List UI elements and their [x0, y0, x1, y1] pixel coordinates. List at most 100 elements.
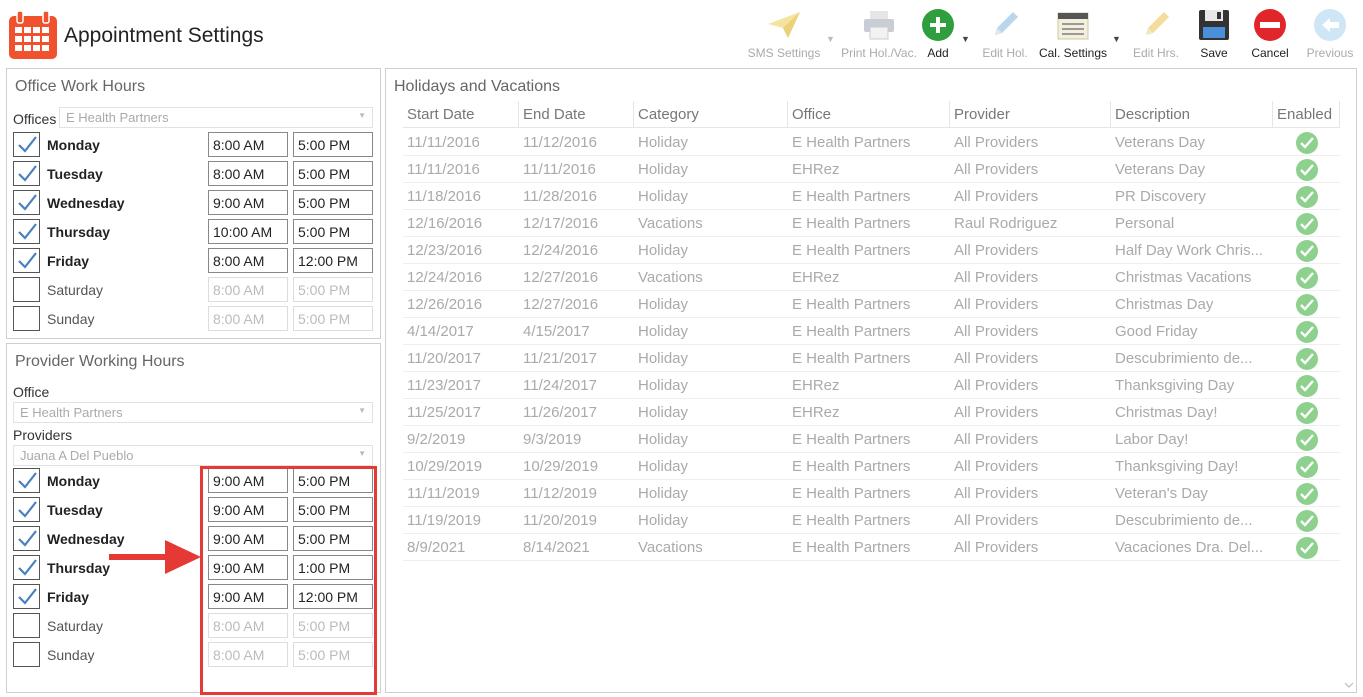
chevron-down-icon[interactable]: ▼ [358, 406, 366, 415]
chevron-down-icon[interactable]: ▼ [358, 449, 366, 458]
enabled-check-icon[interactable] [1273, 129, 1340, 156]
table-cell: Holiday [638, 404, 689, 421]
chevron-down-icon[interactable]: ▼ [358, 111, 366, 120]
table-row[interactable]: 11/18/2016 11/28/2016 Holiday E Health Part… [403, 183, 1340, 210]
add-dropdown-icon[interactable]: ▼ [961, 34, 970, 44]
enabled-check-icon[interactable] [1273, 480, 1340, 507]
table-cell: EHRez [792, 404, 840, 421]
enabled-check-icon[interactable] [1273, 453, 1340, 480]
sms-settings-dropdown-icon[interactable]: ▼ [826, 34, 835, 44]
table-cell: 11/20/2019 [523, 512, 597, 529]
wednesday-checkbox[interactable] [13, 190, 40, 215]
previous-button[interactable]: Previous [1304, 6, 1356, 64]
wednesday-checkbox[interactable] [13, 526, 40, 551]
start-time-input[interactable]: 8:00 AM [208, 132, 288, 157]
table-cell: Christmas Day! [1115, 404, 1218, 421]
table-row[interactable]: 11/11/2016 11/11/2016 Holiday EHRez All Prov… [403, 156, 1340, 183]
thursday-checkbox[interactable] [13, 219, 40, 244]
providers-select[interactable]: Juana A Del Pueblo ▼ [13, 445, 373, 466]
sunday-checkbox[interactable] [13, 306, 40, 331]
table-row[interactable]: 12/24/2016 12/27/2016 Vacations EHRez All Pr… [403, 264, 1340, 291]
saturday-checkbox[interactable] [13, 613, 40, 638]
enabled-check-icon[interactable] [1273, 264, 1340, 291]
column-header[interactable]: Provider [950, 101, 1111, 128]
table-cell: All Providers [954, 404, 1039, 421]
end-time-input[interactable]: 5:00 PM [293, 132, 373, 157]
providers-label: Providers [13, 427, 73, 443]
enabled-check-icon[interactable] [1273, 345, 1340, 372]
column-header[interactable]: Start Date [403, 101, 519, 128]
grid-scrollbar[interactable] [1341, 101, 1357, 691]
monday-checkbox[interactable] [13, 132, 40, 157]
column-header[interactable]: Description [1111, 101, 1273, 128]
enabled-check-icon[interactable] [1273, 318, 1340, 345]
column-header[interactable]: End Date [519, 101, 634, 128]
sms-settings-button[interactable]: SMS Settings [748, 6, 820, 64]
day-label: Thursday [47, 224, 111, 240]
enabled-check-icon[interactable] [1273, 372, 1340, 399]
table-cell: All Providers [954, 458, 1039, 475]
end-time-input[interactable]: 12:00 PM [293, 248, 373, 273]
enabled-check-icon[interactable] [1273, 507, 1340, 534]
cancel-button[interactable]: Cancel [1248, 6, 1292, 64]
end-time-input[interactable]: 5:00 PM [293, 161, 373, 186]
table-row[interactable]: 10/29/2019 10/29/2019 Holiday E Health Part… [403, 453, 1340, 480]
column-header[interactable]: Office [788, 101, 950, 128]
edit-holiday-button[interactable]: Edit Hol. [980, 6, 1030, 64]
calendar-settings-dropdown-icon[interactable]: ▼ [1112, 34, 1121, 44]
table-row[interactable]: 11/19/2019 11/20/2019 Holiday E Health Part… [403, 507, 1340, 534]
start-time-input[interactable]: 8:00 AM [208, 248, 288, 273]
table-row[interactable]: 11/11/2019 11/12/2019 Holiday E Health Part… [403, 480, 1340, 507]
table-row[interactable]: 12/26/2016 12/27/2016 Holiday E Health Part… [403, 291, 1340, 318]
enabled-check-icon[interactable] [1273, 183, 1340, 210]
table-cell: Labor Day! [1115, 431, 1189, 448]
enabled-check-icon[interactable] [1273, 534, 1340, 561]
table-row[interactable]: 12/16/2016 12/17/2016 Vacations E Health Pa… [403, 210, 1340, 237]
sunday-checkbox[interactable] [13, 642, 40, 667]
enabled-check-icon[interactable] [1273, 426, 1340, 453]
end-time-input[interactable]: 5:00 PM [293, 190, 373, 215]
table-cell: 12/24/2016 [523, 242, 599, 259]
start-time-input[interactable]: 8:00 AM [208, 277, 288, 302]
add-button[interactable]: Add [918, 6, 958, 64]
end-time-input[interactable]: 5:00 PM [293, 306, 373, 331]
thursday-checkbox[interactable] [13, 555, 40, 580]
table-row[interactable]: 11/23/2017 11/24/2017 Holiday EHRez All Prov… [403, 372, 1340, 399]
monday-checkbox[interactable] [13, 468, 40, 493]
offices-select[interactable]: E Health Partners ▼ [59, 107, 373, 128]
table-row[interactable]: 12/23/2016 12/24/2016 Holiday E Health Part… [403, 237, 1340, 264]
table-row[interactable]: 11/20/2017 11/21/2017 Holiday E Health Part… [403, 345, 1340, 372]
end-time-input[interactable]: 5:00 PM [293, 219, 373, 244]
enabled-check-icon[interactable] [1273, 291, 1340, 318]
column-header[interactable]: Category [634, 101, 788, 128]
table-row[interactable]: 4/14/2017 4/15/2017 Holiday E Health Partne… [403, 318, 1340, 345]
start-time-input[interactable]: 8:00 AM [208, 306, 288, 331]
friday-checkbox[interactable] [13, 584, 40, 609]
start-time-input[interactable]: 10:00 AM [208, 219, 288, 244]
calendar-settings-button[interactable]: Cal. Settings [1036, 6, 1110, 64]
enabled-check-icon[interactable] [1273, 210, 1340, 237]
office-select[interactable]: E Health Partners ▼ [13, 402, 373, 423]
office-day-row-tuesday: Tuesday 8:00 AM 5:00 PM [13, 161, 375, 187]
start-time-input[interactable]: 8:00 AM [208, 161, 288, 186]
table-row[interactable]: 9/2/2019 9/3/2019 Holiday E Health Partners… [403, 426, 1340, 453]
table-row[interactable]: 11/25/2017 11/26/2017 Holiday EHRez All Prov… [403, 399, 1340, 426]
print-holidays-button[interactable]: Print Hol./Vac. [840, 6, 918, 64]
table-cell: Holiday [638, 377, 689, 394]
table-row[interactable]: 11/11/2016 11/12/2016 Holiday E Health Part… [403, 129, 1340, 156]
tuesday-checkbox[interactable] [13, 161, 40, 186]
column-header[interactable]: Enabled [1273, 101, 1340, 128]
table-row[interactable]: 8/9/2021 8/14/2021 Vacations E Health Partn… [403, 534, 1340, 561]
friday-checkbox[interactable] [13, 248, 40, 273]
save-button[interactable]: Save [1192, 6, 1236, 64]
tuesday-checkbox[interactable] [13, 497, 40, 522]
arrow-right-icon [107, 536, 203, 583]
saturday-checkbox[interactable] [13, 277, 40, 302]
enabled-check-icon[interactable] [1273, 237, 1340, 264]
floppy-disk-icon [1194, 6, 1234, 44]
start-time-input[interactable]: 9:00 AM [208, 190, 288, 215]
enabled-check-icon[interactable] [1273, 399, 1340, 426]
end-time-input[interactable]: 5:00 PM [293, 277, 373, 302]
enabled-check-icon[interactable] [1273, 156, 1340, 183]
edit-hours-button[interactable]: Edit Hrs. [1130, 6, 1182, 64]
